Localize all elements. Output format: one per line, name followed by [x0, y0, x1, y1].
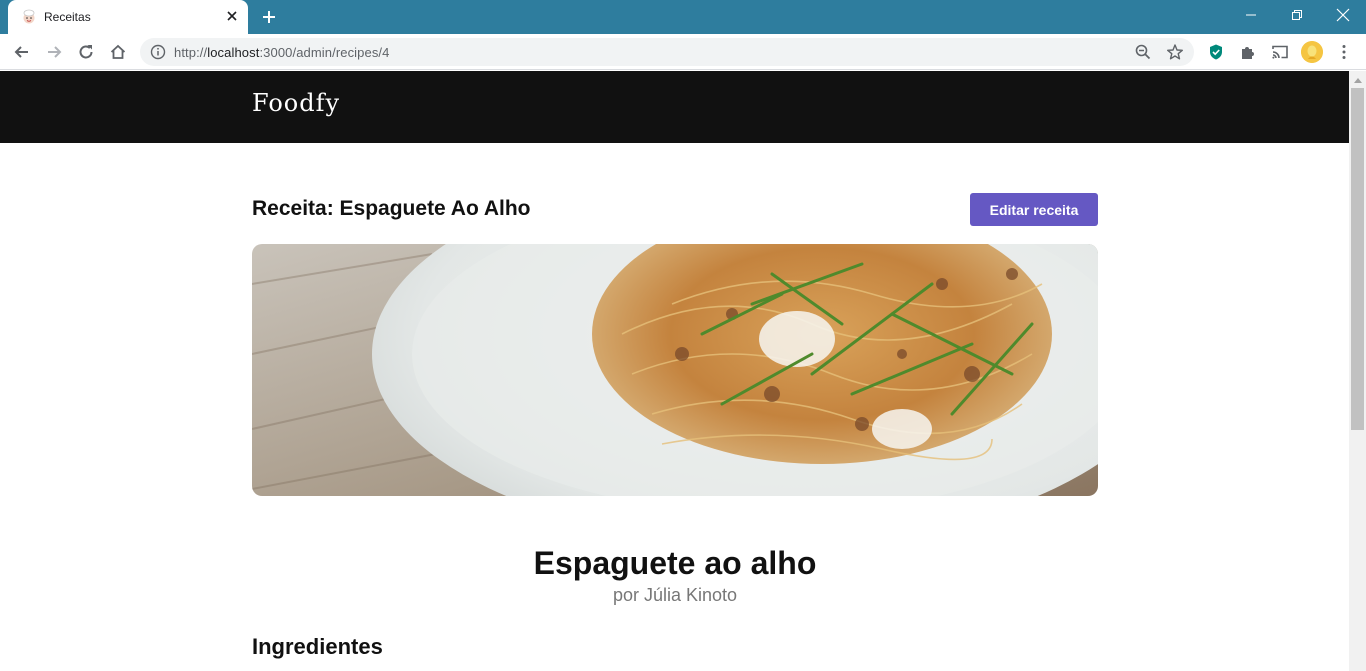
scroll-thumb[interactable] [1351, 88, 1364, 430]
extensions-puzzle-icon[interactable] [1238, 42, 1258, 62]
tab-title: Receitas [44, 10, 91, 24]
recipe-photo [252, 244, 1098, 496]
edit-recipe-button[interactable]: Editar receita [970, 193, 1098, 226]
star-icon[interactable] [1166, 43, 1184, 61]
browser-tab[interactable]: Receitas [8, 0, 248, 34]
scroll-up-arrow-icon[interactable] [1349, 71, 1366, 88]
info-icon[interactable] [150, 44, 166, 60]
page-title: Receita: Espaguete Ao Alho [252, 197, 531, 220]
reload-icon[interactable] [76, 42, 96, 62]
zoom-out-icon[interactable] [1134, 43, 1152, 61]
site-header: Foodfy [0, 71, 1349, 143]
home-icon[interactable] [108, 42, 128, 62]
chef-favicon-icon [23, 9, 35, 24]
minimize-icon[interactable] [1228, 0, 1274, 30]
menu-kebab-icon[interactable] [1334, 42, 1354, 62]
forward-icon[interactable] [44, 42, 64, 62]
recipe-title: Espaguete ao alho [533, 545, 817, 581]
recipe-image [252, 244, 1098, 496]
ingredients-heading: Ingredientes [252, 634, 383, 659]
browser-tab-bar: Receitas [0, 0, 1366, 34]
profile-avatar[interactable] [1301, 41, 1323, 63]
restore-icon[interactable] [1274, 0, 1320, 30]
recipe-author: por Júlia Kinoto [612, 585, 738, 605]
close-window-icon[interactable] [1320, 0, 1366, 30]
browser-toolbar: http://localhost:3000/admin/recipes/4 [0, 34, 1366, 70]
back-icon[interactable] [12, 42, 32, 62]
page-scrollbar[interactable] [1349, 71, 1366, 671]
cast-icon[interactable] [1270, 42, 1290, 62]
shield-extension-icon[interactable] [1206, 42, 1226, 62]
address-bar[interactable]: http://localhost:3000/admin/recipes/4 [140, 38, 1194, 66]
page-viewport: Foodfy Receita: Espaguete Ao Alho Editar… [0, 71, 1349, 671]
site-logo[interactable]: Foodfy [252, 89, 340, 117]
plus-icon[interactable] [260, 8, 278, 26]
close-icon[interactable] [224, 8, 240, 24]
url-text: http://localhost:3000/admin/recipes/4 [174, 45, 390, 60]
